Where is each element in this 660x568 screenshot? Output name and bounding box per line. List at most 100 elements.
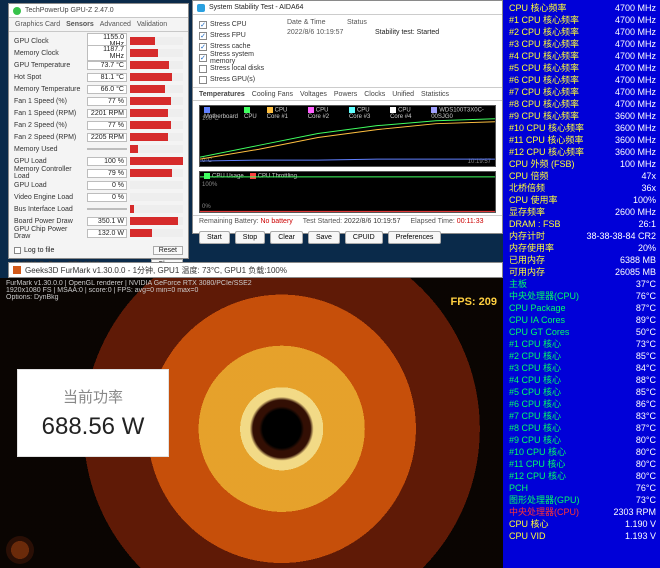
aida-tab[interactable]: Statistics	[421, 91, 449, 98]
aida-window: System Stability Test - AIDA64 ✓Stress C…	[192, 0, 503, 234]
save-button[interactable]: Save	[308, 231, 340, 244]
info-value: 3600 MHz	[615, 110, 656, 122]
info-value: 85°C	[636, 350, 656, 362]
gpuz-tab[interactable]: Graphics Card	[15, 21, 60, 28]
gpuz-tab[interactable]: Sensors	[66, 21, 94, 28]
aida-chart-tabs: Temperatures Cooling Fans Voltages Powers Cl…	[193, 87, 502, 101]
info-label: #12 CPU 核心频率	[509, 146, 584, 158]
stop-button[interactable]: Stop	[235, 231, 265, 244]
info-label: #10 CPU 核心频率	[509, 122, 584, 134]
power-value: 688.56 W	[42, 413, 145, 441]
sensor-name: GPU Chip Power Draw	[14, 226, 84, 240]
info-label: CPU 倍频	[509, 170, 549, 182]
info-value: 89°C	[636, 314, 656, 326]
stress-checkbox[interactable]: Stress local disks	[199, 63, 281, 74]
sensor-name: Fan 1 Speed (RPM)	[14, 110, 84, 117]
gpuz-titlebar[interactable]: TechPowerUp GPU-Z 2.47.0	[9, 4, 188, 18]
info-value: 85°C	[636, 386, 656, 398]
aida-tab[interactable]: Clocks	[364, 91, 385, 98]
info-value: 37°C	[636, 278, 656, 290]
sensor-bar	[130, 49, 183, 57]
info-value: 2600 MHz	[615, 206, 656, 218]
info-label: 中央处理器(CPU)	[509, 290, 579, 302]
sensor-bar	[130, 61, 183, 69]
info-value: 26:1	[638, 218, 656, 230]
cpuid-button[interactable]: CPUID	[345, 231, 383, 244]
stress-checkbox[interactable]: ✓Stress system memory	[199, 52, 281, 63]
info-label: #9 CPU 核心	[509, 434, 561, 446]
aida-icon	[197, 4, 205, 12]
aida-tab[interactable]: Temperatures	[199, 91, 245, 98]
aida-tab[interactable]: Unified	[392, 91, 414, 98]
info-label: #5 CPU 核心	[509, 386, 561, 398]
info-label: 图形处理器(GPU)	[509, 494, 580, 506]
aida-tab[interactable]: Voltages	[300, 91, 327, 98]
sensor-value: 1187.7 MHz	[87, 45, 127, 61]
info-label: 中央处理器(CPU)	[509, 506, 579, 518]
preferences-button[interactable]: Preferences	[388, 231, 442, 244]
sensor-name: GPU Clock	[14, 38, 84, 45]
info-value: 50°C	[636, 326, 656, 338]
info-value: 4700 MHz	[615, 86, 656, 98]
info-label: #9 CPU 核心频率	[509, 110, 579, 122]
info-value: 2303 RPM	[613, 506, 656, 518]
gpuz-sensors: GPU Clock 1155.0 MHz Memory Clock 1187.7…	[9, 32, 188, 241]
log-to-file-checkbox[interactable]: Log to file Reset	[14, 246, 183, 255]
aida-tab[interactable]: Powers	[334, 91, 357, 98]
stress-checkbox[interactable]: Stress GPU(s)	[199, 74, 281, 85]
info-value: 3600 MHz	[615, 134, 656, 146]
sensor-bar	[130, 121, 183, 129]
sensor-value: 100 %	[87, 157, 127, 166]
info-value: 4700 MHz	[615, 62, 656, 74]
sensor-name: GPU Temperature	[14, 62, 84, 69]
gpuz-icon	[13, 7, 21, 15]
sensor-value: 132.0 W	[87, 229, 127, 238]
info-value: 87°C	[636, 302, 656, 314]
sensor-name: Fan 1 Speed (%)	[14, 98, 84, 105]
sensor-name: Hot Spot	[14, 74, 84, 81]
info-label: 可用内存	[509, 266, 545, 278]
sensor-bar	[130, 181, 183, 189]
stress-checkbox[interactable]: ✓Stress CPU	[199, 19, 281, 30]
sensor-name: Memory Used	[14, 146, 84, 153]
sensor-value: 77 %	[87, 121, 127, 130]
info-label: #3 CPU 核心	[509, 362, 561, 374]
sensor-bar	[130, 145, 183, 153]
sensor-bar	[130, 217, 183, 225]
info-value: 20%	[638, 242, 656, 254]
gpuz-tab[interactable]: Advanced	[100, 21, 131, 28]
gpuz-tab[interactable]: Validation	[137, 21, 167, 28]
start-button[interactable]: Start	[199, 231, 230, 244]
clear-button[interactable]: Clear	[270, 231, 303, 244]
info-value: 100 MHz	[620, 158, 656, 170]
info-label: CPU IA Cores	[509, 314, 565, 326]
sensor-value: 350.1 W	[87, 217, 127, 226]
info-label: CPU Package	[509, 302, 566, 314]
stress-checkbox[interactable]: ✓Stress FPU	[199, 30, 281, 41]
sensor-value: 79 %	[87, 169, 127, 178]
info-label: #5 CPU 核心频率	[509, 62, 579, 74]
sensor-name: Memory Temperature	[14, 86, 84, 93]
info-label: #1 CPU 核心	[509, 338, 561, 350]
gpuz-tabs: Graphics Card Sensors Advanced Validation	[9, 18, 188, 32]
sensor-name: GPU Load	[14, 182, 84, 189]
info-label: 北桥倍频	[509, 182, 545, 194]
reset-button[interactable]: Reset	[153, 246, 183, 255]
stress-options: ✓Stress CPU✓Stress FPU✓Stress cache✓Stre…	[193, 15, 285, 85]
sensor-bar	[130, 229, 183, 237]
furmark-logo-icon	[6, 536, 34, 564]
sensor-value: 2201 RPM	[87, 109, 127, 118]
furmark-titlebar[interactable]: Geeks3D FurMark v1.30.0.0 - 1分钟, GPU1 温度…	[8, 262, 503, 278]
sensor-value: 66.0 °C	[87, 85, 127, 94]
aida-titlebar[interactable]: System Stability Test - AIDA64	[193, 1, 502, 15]
aida-tab[interactable]: Cooling Fans	[252, 91, 293, 98]
info-label: PCH	[509, 482, 528, 494]
info-value: 3600 MHz	[615, 146, 656, 158]
info-value: 84°C	[636, 362, 656, 374]
info-label: #6 CPU 核心频率	[509, 74, 579, 86]
test-info: Date & Time Status 2022/8/6 10:19:57 Sta…	[285, 15, 502, 85]
power-overlay: 当前功率 688.56 W	[18, 370, 168, 456]
info-value: 3600 MHz	[615, 122, 656, 134]
info-label: CPU 使用率	[509, 194, 558, 206]
aida-buttons: Start Stop Clear Save CPUID Preferences	[193, 227, 502, 249]
